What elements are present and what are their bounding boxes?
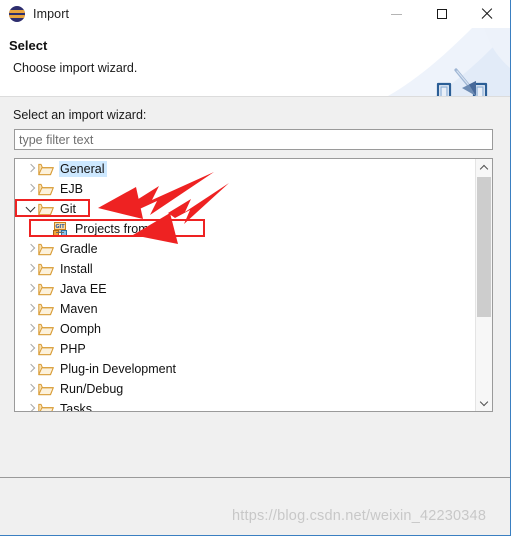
close-button[interactable]: [464, 0, 509, 28]
maximize-button[interactable]: [419, 0, 464, 28]
tree-row[interactable]: Gradle: [15, 239, 475, 259]
folder-icon: [38, 382, 54, 396]
folder-icon: [38, 362, 54, 376]
folder-icon: [38, 302, 54, 316]
chevron-right-icon[interactable]: [25, 399, 38, 411]
tree-row-label: Install: [60, 262, 93, 276]
wizard-banner: Select Choose import wizard.: [0, 28, 510, 97]
dialog-footer: ? < Back Next > Finish Cancel: [0, 478, 510, 535]
wizard-tree[interactable]: General EJB Git GIT Projects from Git Gradle I…: [14, 158, 493, 412]
minimize-icon: [391, 13, 402, 15]
tree-row-label: Tasks: [60, 402, 92, 411]
tree-row-label: Maven: [60, 302, 98, 316]
tree-row-label: EJB: [60, 182, 83, 196]
chevron-right-icon[interactable]: [25, 179, 38, 199]
dialog-body: Select an import wizard: General EJB Git GI…: [0, 97, 510, 477]
folder-icon: [38, 342, 54, 356]
import-wizard-icon: [432, 68, 492, 96]
close-icon: [481, 8, 493, 20]
eclipse-icon: [9, 6, 25, 22]
svg-text:GIT: GIT: [55, 224, 65, 230]
tree-row-label: Oomph: [60, 322, 101, 336]
tree-row[interactable]: Oomph: [15, 319, 475, 339]
tree-row[interactable]: Tasks: [15, 399, 475, 411]
minimize-button[interactable]: [374, 0, 419, 28]
folder-icon: [38, 162, 54, 176]
git-project-icon: GIT: [52, 221, 68, 237]
tree-row-label: Java EE: [60, 282, 107, 296]
page-title: Select: [9, 38, 48, 53]
tree-scrollbar[interactable]: [475, 159, 492, 411]
wizard-tree-viewport: General EJB Git GIT Projects from Git Gradle I…: [15, 159, 475, 411]
tree-row[interactable]: Git: [15, 199, 475, 219]
chevron-right-icon[interactable]: [25, 359, 38, 379]
scroll-down-icon[interactable]: [476, 394, 492, 411]
tree-row-label: PHP: [60, 342, 86, 356]
tree-row[interactable]: Plug-in Development: [15, 359, 475, 379]
tree-row-label: Run/Debug: [60, 382, 124, 396]
folder-icon: [38, 262, 54, 276]
tree-row-label: Plug-in Development: [60, 362, 177, 376]
folder-icon: [38, 202, 54, 216]
scrollbar-thumb[interactable]: [477, 177, 491, 317]
chevron-down-icon[interactable]: [25, 199, 38, 219]
filter-input[interactable]: [14, 129, 493, 150]
wizard-list-label: Select an import wizard:: [13, 108, 147, 122]
import-dialog: Import Select Choose import wizard. Sele…: [0, 0, 511, 536]
tree-row-label: Gradle: [60, 242, 98, 256]
chevron-right-icon[interactable]: [25, 379, 38, 399]
folder-icon: [38, 242, 54, 256]
chevron-right-icon[interactable]: [25, 299, 38, 319]
chevron-right-icon[interactable]: [25, 279, 38, 299]
tree-row[interactable]: EJB: [15, 179, 475, 199]
tree-row[interactable]: Install: [15, 259, 475, 279]
folder-icon: [38, 182, 54, 196]
chevron-right-icon[interactable]: [25, 239, 38, 259]
tree-row[interactable]: PHP: [15, 339, 475, 359]
chevron-right-icon[interactable]: [25, 339, 38, 359]
chevron-right-icon[interactable]: [25, 319, 38, 339]
tree-row[interactable]: Maven: [15, 299, 475, 319]
folder-icon: [38, 322, 54, 336]
tree-row[interactable]: General: [15, 159, 475, 179]
page-subtitle: Choose import wizard.: [13, 61, 138, 75]
folder-icon: [38, 282, 54, 296]
scroll-up-icon[interactable]: [476, 159, 492, 176]
folder-icon: [38, 402, 54, 411]
window-title: Import: [33, 7, 70, 21]
tree-row[interactable]: GIT Projects from Git: [15, 219, 475, 239]
tree-row[interactable]: Java EE: [15, 279, 475, 299]
title-bar: Import: [0, 0, 510, 28]
maximize-icon: [436, 9, 447, 19]
tree-row-label: Git: [60, 202, 76, 216]
tree-row-label: Projects from Git: [75, 222, 169, 236]
tree-row-label: General: [59, 161, 108, 177]
chevron-right-icon[interactable]: [25, 259, 38, 279]
chevron-right-icon[interactable]: [25, 159, 38, 179]
tree-row[interactable]: Run/Debug: [15, 379, 475, 399]
